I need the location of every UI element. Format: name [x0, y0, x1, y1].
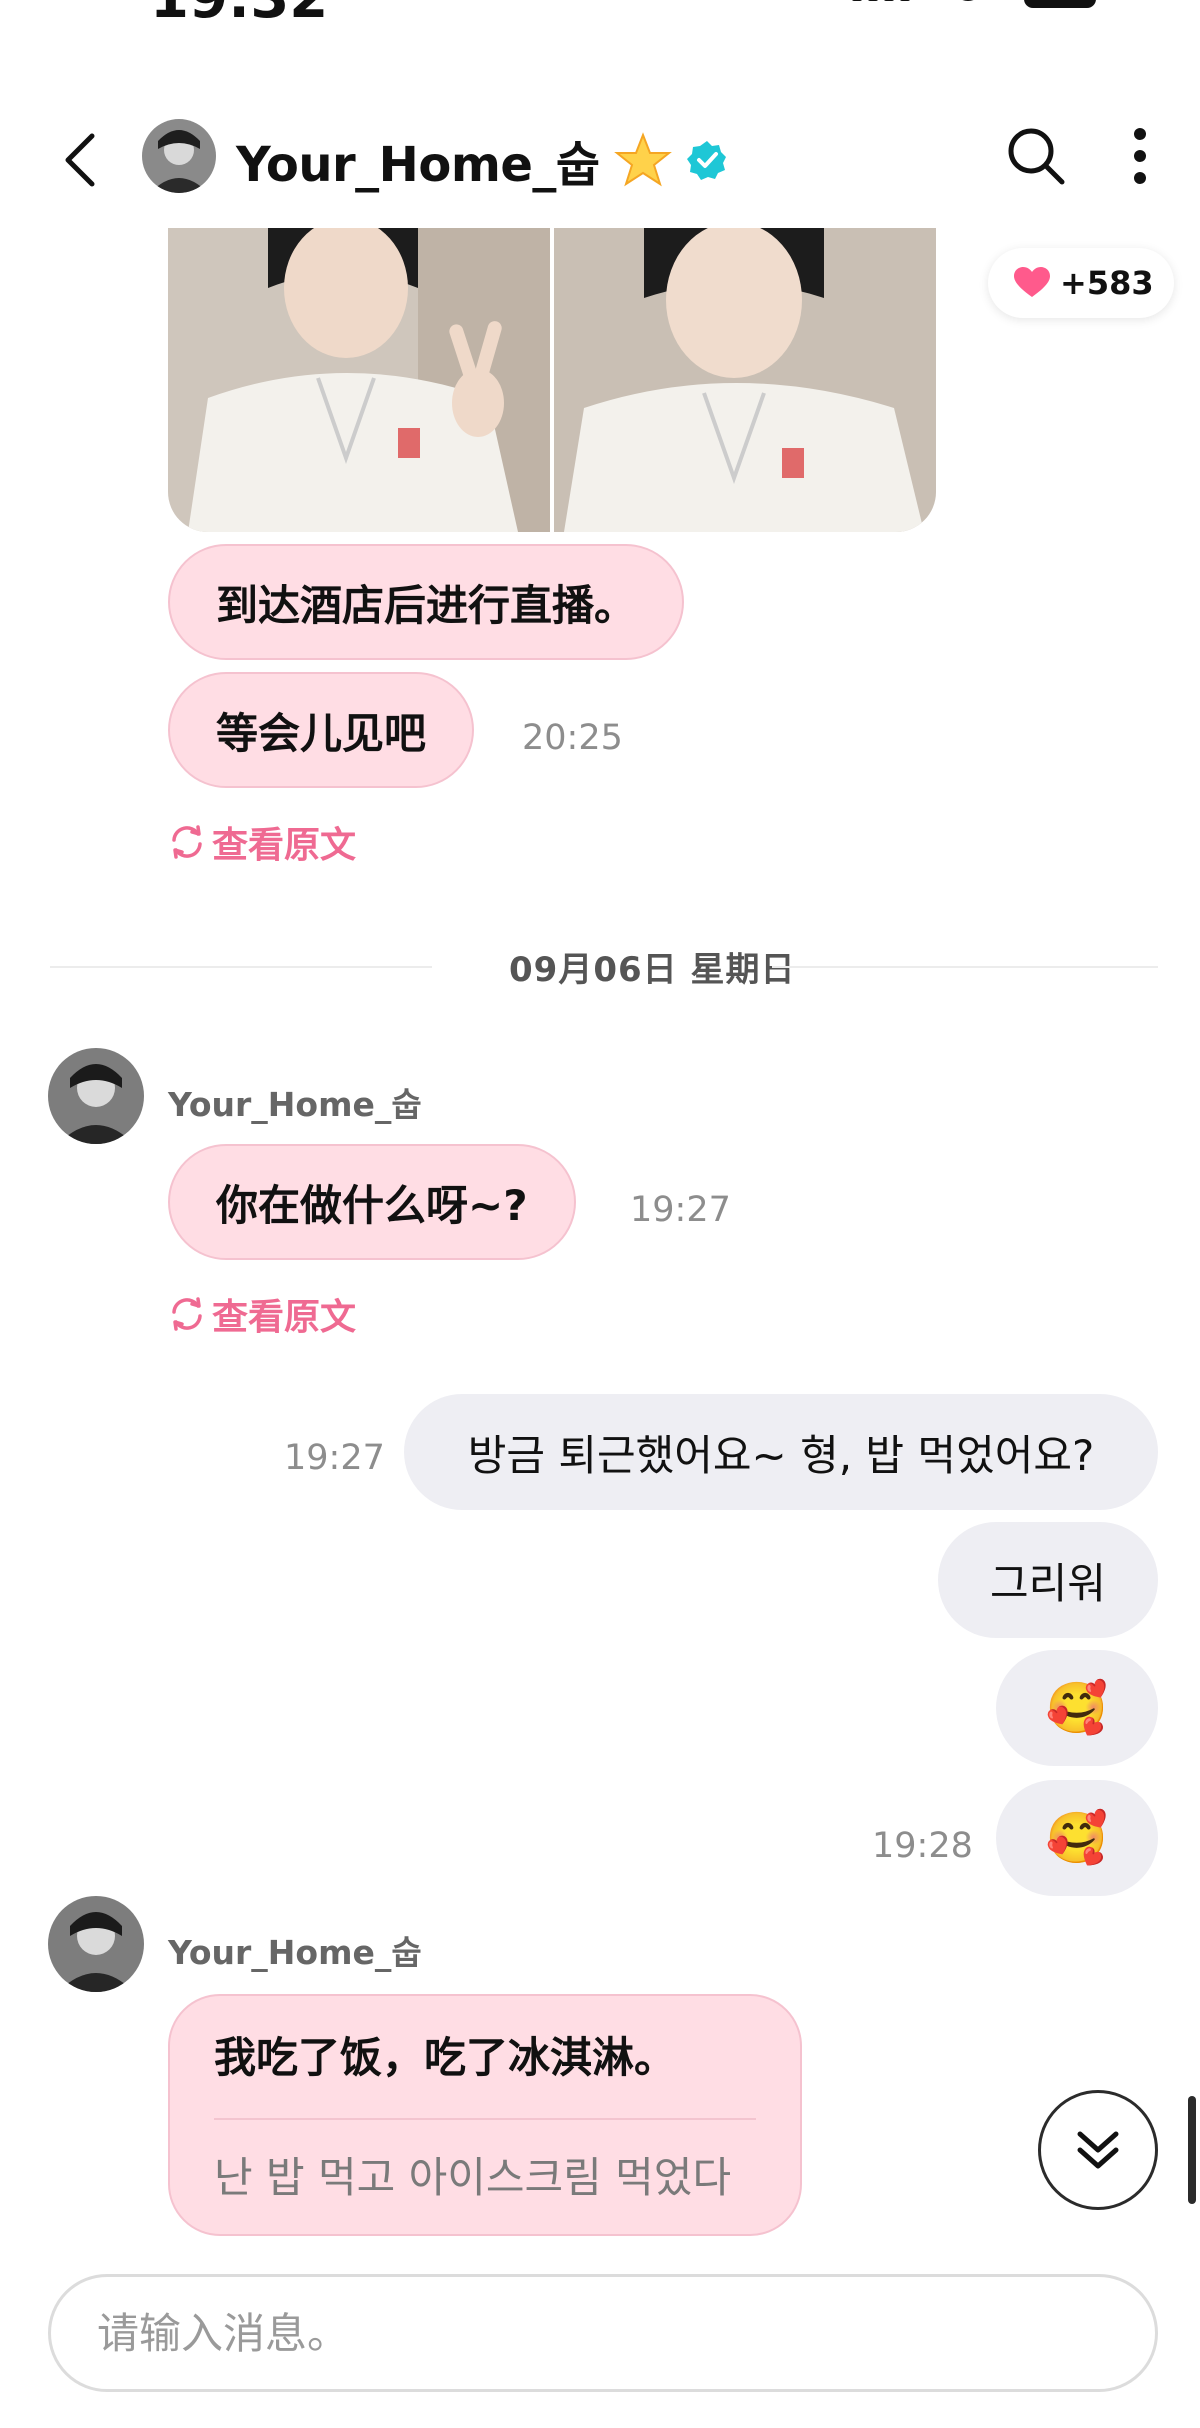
like-count: +583 — [1060, 264, 1154, 302]
status-time: 19:32 — [150, 0, 328, 31]
message-bubble-incoming[interactable]: 等会儿见吧 — [168, 672, 475, 788]
view-original-link[interactable]: 查看原文 — [168, 816, 356, 868]
message-bubble-incoming[interactable]: 你在做什么呀~? — [168, 1144, 576, 1260]
message-bubble-outgoing[interactable]: 그리워 — [938, 1522, 1158, 1638]
message-time: 19:27 — [284, 1438, 385, 1478]
message-bubble-incoming[interactable]: 到达酒店后进行直播。 — [168, 544, 685, 660]
message-time: 20:25 — [522, 718, 623, 758]
avatar[interactable] — [142, 119, 216, 193]
battery-icon — [1024, 0, 1096, 8]
verified-icon — [686, 141, 726, 180]
back-arrow-icon — [65, 133, 95, 187]
status-icons — [852, 0, 1096, 8]
original-text: 난 밥 먹고 아이스크림 먹었다 — [214, 2153, 732, 2202]
avatar[interactable] — [48, 1896, 144, 1992]
smiling-hearts-emoji: 🥰 — [1045, 1808, 1109, 1867]
message-bubble-outgoing[interactable]: 방금 퇴근했어요~ 형, 밥 먹었어요? — [404, 1394, 1158, 1510]
message-bubble-outgoing-emoji[interactable]: 🥰 — [996, 1780, 1158, 1896]
signal-icon — [852, 0, 912, 1]
page-title: Your_Home_숩 — [236, 137, 600, 193]
date-divider: 09月06日 星期日 — [50, 942, 1158, 990]
double-chevron-down-icon — [1077, 2131, 1119, 2169]
selfie-photo-1[interactable] — [168, 228, 550, 532]
divider-line-left — [50, 966, 432, 968]
view-original-link[interactable]: 查看原文 — [168, 1288, 356, 1340]
message-bubble-incoming-translated[interactable]: 我吃了饭，吃了冰淇淋。 난 밥 먹고 아이스크림 먹었다 — [168, 1994, 802, 2236]
like-counter[interactable]: +583 — [988, 248, 1174, 318]
star-icon — [613, 132, 672, 187]
search-button[interactable] — [1004, 124, 1068, 188]
photo-message[interactable] — [168, 228, 936, 532]
scrollbar[interactable] — [1188, 2096, 1196, 2204]
message-bubble-outgoing-emoji[interactable]: 🥰 — [996, 1650, 1158, 1766]
heart-icon — [1014, 267, 1050, 297]
translated-text: 我吃了饭，吃了冰淇淋。 — [214, 2033, 677, 2082]
divider-line-right — [772, 966, 1158, 968]
more-vertical-icon — [1134, 128, 1146, 184]
sender-name: Your_Home_숩 — [168, 1933, 422, 1972]
wifi-icon — [952, 0, 984, 1]
message-time: 19:28 — [872, 1826, 973, 1866]
status-bar: 19:32 — [0, 0, 1200, 40]
sender-name: Your_Home_숩 — [168, 1085, 422, 1124]
more-options-button[interactable] — [1120, 124, 1160, 188]
search-icon — [1008, 128, 1065, 185]
translate-icon — [172, 1297, 202, 1331]
selfie-photo-2[interactable] — [554, 228, 936, 532]
message-input[interactable] — [48, 2274, 1158, 2392]
scroll-to-bottom-button[interactable] — [1038, 2090, 1158, 2210]
avatar[interactable] — [48, 1048, 144, 1144]
translate-icon — [172, 825, 202, 859]
chat-title[interactable]: Your_Home_숩 — [236, 125, 728, 195]
translation-divider — [214, 2118, 756, 2120]
divider-date: 09月06日 星期日 — [509, 950, 796, 990]
message-time: 19:27 — [630, 1190, 731, 1230]
smiling-hearts-emoji: 🥰 — [1045, 1678, 1109, 1737]
back-button[interactable] — [56, 126, 112, 194]
